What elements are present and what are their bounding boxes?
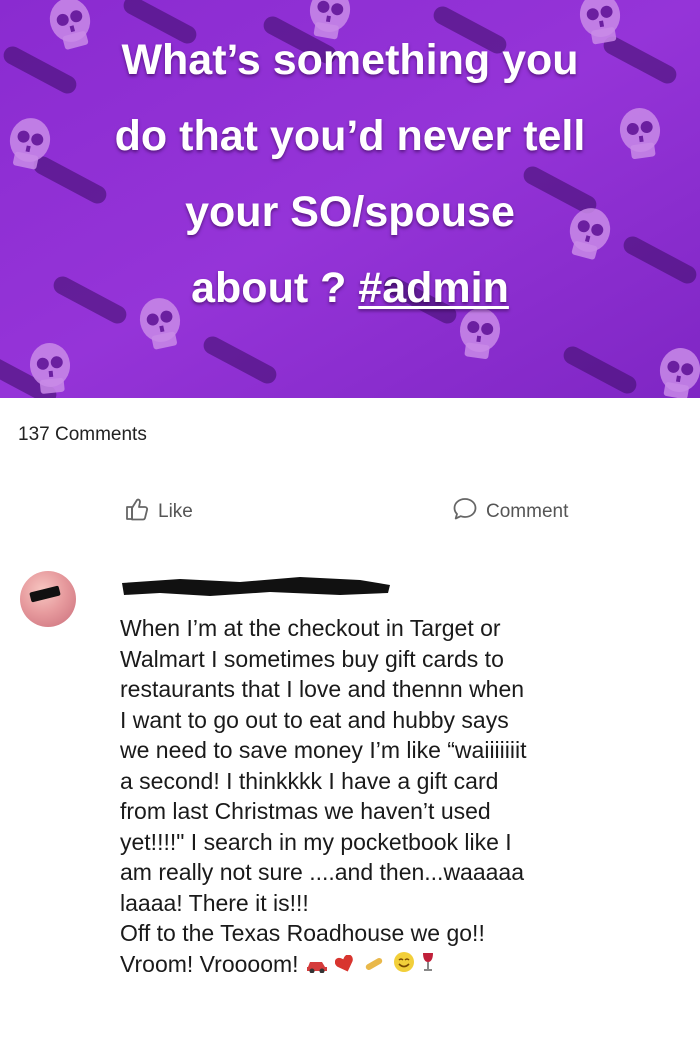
smile-icon	[393, 950, 415, 981]
avatar[interactable]	[20, 571, 76, 627]
comment-line: restaurants that I love and thennn when	[120, 676, 525, 702]
comment-label: Comment	[486, 500, 569, 522]
comment-line: am really not sure ....and then...waaaaa	[120, 859, 525, 885]
comment-line: I want to go out to eat and hubby says	[120, 706, 509, 733]
wine-glass-icon	[421, 950, 435, 981]
redacted-author-name	[122, 577, 390, 596]
comment-line-last: Vroom! Vroooom!	[120, 949, 680, 981]
comment-line: Off to the Texas Roadhouse we go!!	[120, 920, 485, 946]
like-label: Like	[158, 500, 193, 522]
emoji-row	[305, 950, 435, 981]
comment-button[interactable]: Comment	[452, 496, 568, 527]
post-text-line: your SO/spouse	[185, 188, 515, 236]
comment-text: When I’m at the checkout in Target or Wa…	[120, 613, 680, 981]
post-text-line: What’s something you	[121, 36, 579, 84]
thumbs-up-icon	[124, 496, 150, 527]
post-text-line: about ? #admin	[40, 250, 660, 326]
post-banner: What’s something you do that you’d never…	[0, 0, 700, 398]
post-text: What’s something you do that you’d never…	[40, 22, 660, 326]
post-text-line: do that you’d never tell	[114, 112, 586, 160]
like-button[interactable]: Like	[124, 496, 193, 527]
censor-bar	[29, 585, 61, 603]
comment-line: When I’m at the checkout in Target or	[120, 615, 501, 641]
comments-count[interactable]: 137 Comments	[18, 424, 147, 446]
comment-line: laaaa! There it is!!!	[120, 889, 309, 916]
action-bar: Like Comment	[0, 488, 700, 538]
speech-bubble-icon	[452, 496, 478, 527]
car-icon	[305, 950, 329, 981]
post-text-last: about ?	[191, 264, 347, 312]
comment-line: we need to save money I’m like “waiiiiii…	[120, 737, 527, 763]
bone-icon	[361, 950, 387, 981]
comment-line: from last Christmas we haven’t used	[120, 798, 491, 824]
hashtag-link[interactable]: #admin	[358, 264, 509, 312]
comment-line: a second! I thinkkkk I have a gift card	[120, 767, 499, 794]
comment-line: Vroom! Vroooom!	[120, 950, 299, 977]
comment-line: yet!!!!" I search in my pocketbook like …	[120, 828, 512, 855]
comment-line: Walmart I sometimes buy gift cards to	[120, 645, 504, 672]
heart-icon	[334, 950, 355, 981]
